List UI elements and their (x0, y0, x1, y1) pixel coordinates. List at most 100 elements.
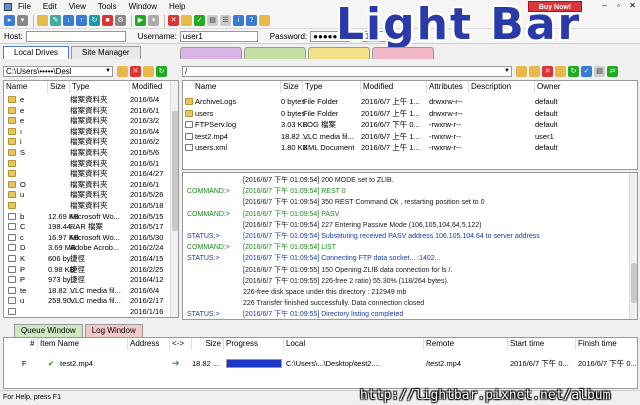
maximize-icon[interactable]: ▫ (611, 1, 626, 11)
check-icon[interactable]: ✓ (194, 15, 205, 26)
list-item[interactable]: users 0 bytes File Folder 2016/6/7 上午 1... d… (183, 108, 637, 120)
scroll-thumb[interactable] (172, 111, 178, 231)
col-header-type[interactable]: Type (303, 81, 361, 93)
col-header-progress[interactable]: Progress (224, 338, 284, 350)
col-header-size[interactable]: Size (48, 81, 70, 93)
list-item[interactable]: te 18.82 ... VLC media fil... 2016/6/4 (4, 285, 178, 296)
col-header-modified[interactable]: Modified (361, 81, 427, 93)
view-icon[interactable]: ▤ (594, 65, 605, 77)
bookmark-icon[interactable] (259, 15, 270, 26)
folder-up-icon[interactable] (516, 65, 527, 77)
username-input[interactable]: user1 (179, 30, 258, 42)
folder-icon[interactable] (529, 65, 540, 77)
settings-icon[interactable]: ⚙ (115, 15, 126, 26)
list-item[interactable]: e 檔案資料夾 2016/6/4 (4, 94, 178, 105)
server-tab[interactable] (244, 47, 306, 59)
list-item[interactable]: e 檔案資料夾 2016/3/2 (4, 115, 178, 126)
list-item[interactable]: D 3.69 MB Adobe Acrob... 2016/2/24 (4, 242, 178, 253)
tab-local-drives[interactable]: Local Drives (3, 46, 70, 59)
server-tab[interactable] (372, 47, 434, 59)
refresh-icon[interactable]: ↻ (156, 65, 167, 77)
right-path-input[interactable]: / ▼ (182, 65, 512, 77)
list-item[interactable]: users.xml 1.80 KB XML Document 2016/6/7 上午 … (183, 142, 637, 154)
folder-up-icon[interactable] (117, 65, 128, 77)
connect-icon[interactable]: ▸ (4, 15, 15, 26)
col-header-modified[interactable]: Modified (130, 81, 172, 93)
col-header-size[interactable]: Size (281, 81, 303, 93)
forward-icon[interactable]: ▶ (135, 15, 146, 26)
new-folder-icon[interactable] (143, 65, 154, 77)
list-item[interactable]: O 檔案資料夾 2016/6/1 (4, 179, 178, 190)
refresh-icon[interactable]: ↻ (89, 15, 100, 26)
port-input[interactable]: 12 (362, 30, 389, 42)
menu-file[interactable]: File (18, 2, 31, 11)
dropdown-icon[interactable]: ▾ (148, 15, 159, 26)
left-path-input[interactable]: C:\Users\•••••\Desl ▼ (3, 65, 113, 77)
list-item[interactable]: 2016/1/16 (4, 306, 178, 317)
list-item[interactable]: ı 檔案資料夾 2016/6/4 (4, 126, 178, 137)
list-item[interactable]: 檔案資料夾 2016/5/18 (4, 200, 178, 211)
chevron-down-icon[interactable]: ▼ (504, 67, 510, 76)
queue-row[interactable]: F ✔ test2.mp4 ➔ 18.82 ... C:\Users\...\D… (4, 358, 637, 370)
list-item[interactable]: u 259.90... VLC media fil... 2016/2/17 (4, 295, 178, 306)
list-item[interactable]: S 檔案資料夾 2016/5/6 (4, 147, 178, 158)
col-header-name[interactable]: Name (183, 81, 281, 93)
buy-now-button[interactable]: Buy Now! (528, 1, 582, 12)
tab-site-manager[interactable]: Site Manager (71, 46, 141, 59)
tab-log-window[interactable]: Log Window (84, 324, 143, 337)
list-item[interactable]: c 16.97 KB Microsoft Wo... 2016/5/30 (4, 232, 178, 243)
list-item[interactable]: P 0.98 KB 捷徑 2016/2/25 (4, 264, 178, 275)
chevron-down-icon[interactable]: ▼ (105, 67, 111, 76)
list-item[interactable]: C 198.44... RAR 檔案 2016/5/17 (4, 221, 178, 232)
list-icon[interactable]: ☰ (220, 15, 231, 26)
password-input[interactable]: ●●●●● (310, 30, 351, 42)
host-input[interactable] (25, 30, 126, 42)
folder-icon[interactable] (37, 15, 48, 26)
tab-queue-window[interactable]: Queue Window (14, 324, 83, 337)
server-tab[interactable] (180, 47, 242, 59)
col-header-name[interactable]: Name (4, 81, 48, 93)
menu-view[interactable]: View (69, 2, 86, 11)
view-icon[interactable]: ▤ (207, 15, 218, 26)
list-item[interactable]: 檔案資料夾 2016/4/27 (4, 168, 178, 179)
menu-window[interactable]: Window (129, 2, 157, 11)
col-header-start-time[interactable]: Start time (508, 338, 576, 350)
col-header-size[interactable]: Size (192, 338, 224, 350)
upload-icon[interactable]: ↑ (76, 15, 87, 26)
menu-edit[interactable]: Edit (43, 2, 57, 11)
new-folder-icon[interactable] (181, 15, 192, 26)
download-icon[interactable]: ↓ (63, 15, 74, 26)
refresh-icon[interactable]: ↻ (568, 65, 579, 77)
new-folder-icon[interactable] (555, 65, 566, 77)
col-header-item-name[interactable]: Item Name (38, 338, 128, 350)
disconnect-icon[interactable]: ▾ (17, 15, 28, 26)
delete-icon[interactable]: ✕ (168, 15, 179, 26)
info-icon[interactable]: i (233, 15, 244, 26)
col-header-remote[interactable]: Remote (424, 338, 508, 350)
list-item[interactable]: ArchiveLogs 0 bytes File Folder 2016/6/7 上午… (183, 96, 637, 108)
list-item[interactable]: u 檔案資料夾 2016/5/26 (4, 189, 178, 200)
chmod-icon[interactable]: ✓ (581, 65, 592, 77)
list-item[interactable]: b 12.69 KB Microsoft Wo... 2016/5/15 (4, 211, 178, 222)
help-icon[interactable]: ? (246, 15, 257, 26)
col-header-owner[interactable]: Owner (535, 81, 637, 93)
list-item[interactable]: test2.mp4 18.82 ... VLC media fil... 2016/6… (183, 131, 637, 143)
quick-connect-icon[interactable]: ⇄ (392, 30, 404, 42)
sync-icon[interactable]: ⇄ (607, 65, 618, 77)
col-header-num[interactable]: # (4, 338, 38, 350)
server-tab[interactable] (308, 47, 370, 59)
col-header-local[interactable]: Local (284, 338, 424, 350)
left-scrollbar[interactable] (170, 81, 178, 317)
wand-icon[interactable]: ✎ (50, 15, 61, 26)
col-header-type[interactable]: Type (70, 81, 130, 93)
col-header-direction[interactable]: <-> (170, 338, 192, 350)
menu-tools[interactable]: Tools (98, 2, 117, 11)
stop-icon[interactable]: ■ (102, 15, 113, 26)
list-item[interactable]: P 973 by... 捷徑 2016/4/12 (4, 274, 178, 285)
list-item[interactable]: e 檔案資料夾 2016/6/1 (4, 105, 178, 116)
list-item[interactable]: 檔案資料夾 2016/6/1 (4, 158, 178, 169)
log-scrollbar[interactable] (629, 173, 637, 319)
close-icon[interactable]: ✕ (625, 1, 640, 11)
menu-help[interactable]: Help (169, 2, 185, 11)
scroll-thumb[interactable] (631, 263, 637, 303)
